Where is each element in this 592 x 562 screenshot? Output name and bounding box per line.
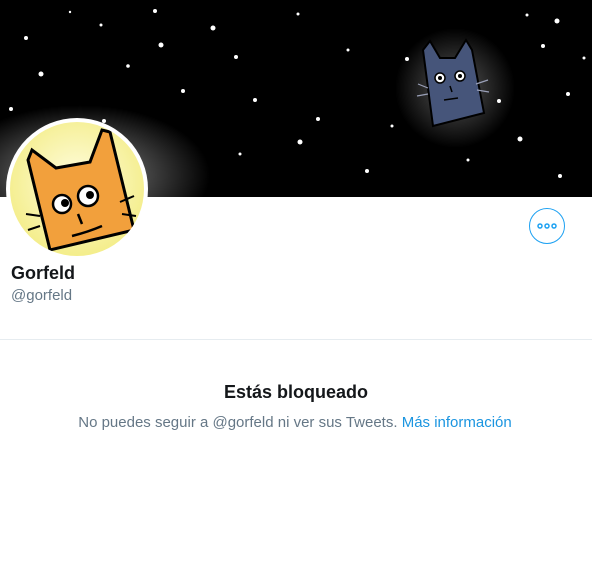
avatar: [10, 122, 144, 256]
more-options-button[interactable]: [529, 208, 565, 244]
more-info-link[interactable]: Más información: [402, 414, 512, 431]
profile-display-name: Gorfeld: [11, 263, 76, 283]
blocked-title: Estás bloqueado: [223, 382, 369, 402]
more-horizontal-icon: [537, 223, 557, 229]
blocked-message: No puedes seguir a @gorfeld ni ver sus T…: [78, 414, 398, 431]
profile-handle: @gorfeld: [11, 287, 73, 304]
orange-cat-avatar-image: [10, 122, 144, 256]
divider: [0, 339, 592, 340]
profile-avatar[interactable]: [6, 118, 148, 260]
blocked-message-line: No puedes seguir a @gorfeld ni ver sus T…: [0, 414, 590, 431]
